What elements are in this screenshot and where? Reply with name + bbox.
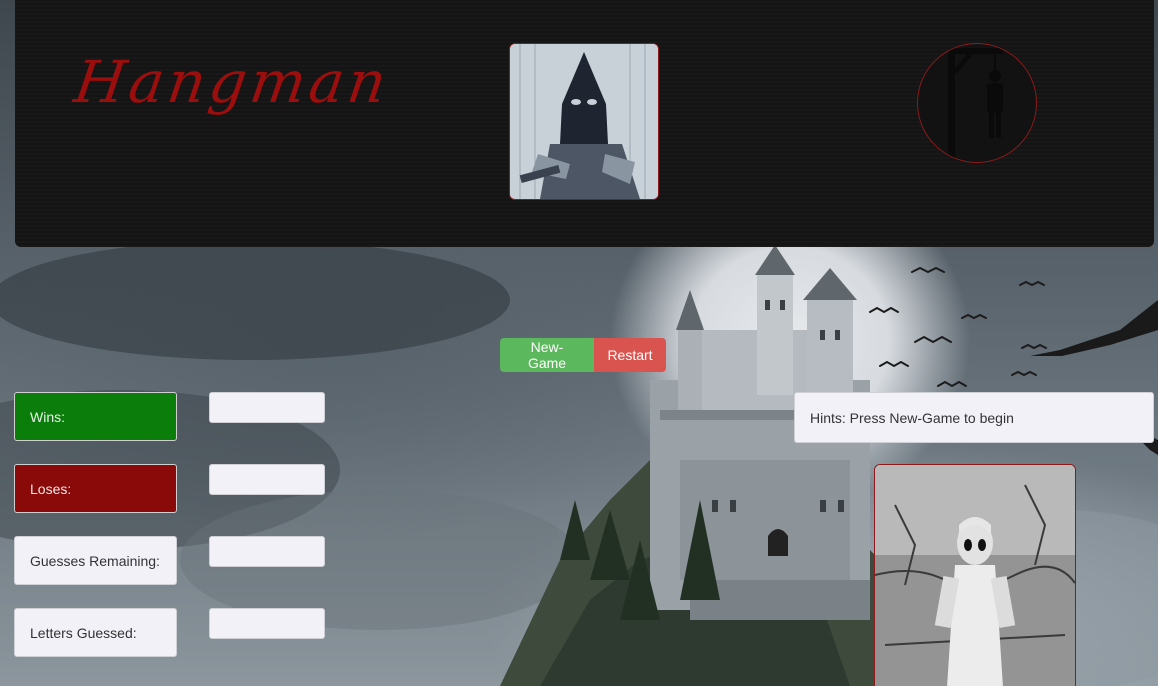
ghost-girl-image <box>874 464 1076 686</box>
gallows-icon <box>917 43 1037 163</box>
letters-guessed-value <box>209 608 325 639</box>
new-game-button[interactable]: New-Game <box>500 338 594 372</box>
loses-value <box>209 464 325 495</box>
game-controls: New-Game Restart <box>500 338 666 372</box>
letters-guessed-label: Letters Guessed: <box>14 608 177 657</box>
loses-label: Loses: <box>14 464 177 513</box>
guesses-remaining-label: Guesses Remaining: <box>14 536 177 585</box>
restart-button[interactable]: Restart <box>594 338 666 372</box>
wins-label: Wins: <box>14 392 177 441</box>
game-title: Hangman <box>70 48 395 116</box>
header-bar: Hangman <box>15 0 1154 247</box>
hints-panel: Hints: Press New-Game to begin <box>794 392 1154 443</box>
wins-value <box>209 392 325 423</box>
guesses-remaining-value <box>209 536 325 567</box>
executioner-image <box>509 43 659 200</box>
